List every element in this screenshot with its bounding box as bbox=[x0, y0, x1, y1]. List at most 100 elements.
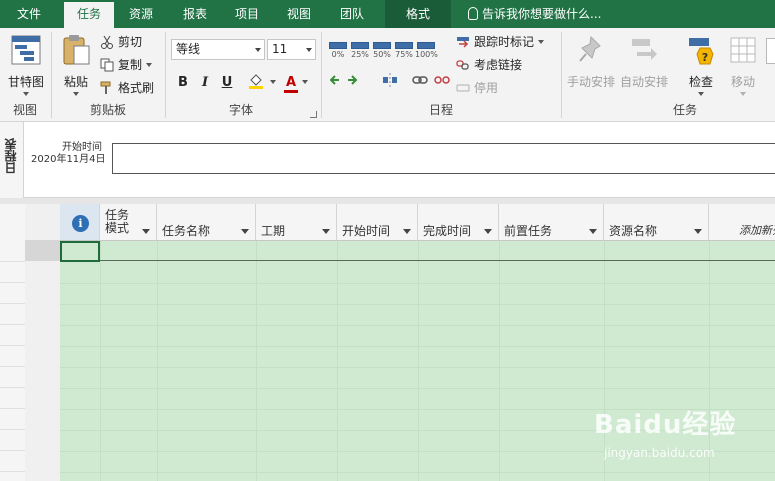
inactivate-button[interactable]: 停用 bbox=[456, 78, 498, 98]
font-family-value: 等线 bbox=[176, 42, 201, 56]
tab-report[interactable]: 报表 bbox=[170, 0, 220, 28]
column-header-task-name[interactable]: 任务名称 bbox=[157, 204, 256, 241]
row-selector-column[interactable] bbox=[25, 204, 60, 481]
row-header-strip bbox=[0, 204, 25, 481]
column-header-predecessors[interactable]: 前置任务 bbox=[499, 204, 604, 241]
chevron-down-icon bbox=[698, 92, 704, 96]
bold-button[interactable]: B bbox=[174, 74, 192, 92]
split-task-icon[interactable] bbox=[382, 72, 398, 88]
move-label: 移动 bbox=[730, 75, 755, 89]
underline-button[interactable]: U bbox=[218, 74, 236, 92]
percent-bar-icon bbox=[329, 42, 347, 49]
timeline-side-label: 日程表 bbox=[0, 122, 24, 198]
chevron-down-icon bbox=[255, 48, 261, 52]
respect-links-icon bbox=[456, 58, 470, 72]
auto-schedule-button[interactable]: 自动安排 bbox=[618, 34, 670, 90]
chevron-down-icon[interactable] bbox=[322, 229, 330, 234]
inactivate-label: 停用 bbox=[474, 81, 499, 95]
unlink-icon[interactable] bbox=[434, 72, 450, 88]
font-family-combo[interactable]: 等线 bbox=[171, 39, 265, 60]
cut-button[interactable]: 剪切 bbox=[100, 32, 142, 52]
mark-on-track-label: 跟踪时标记 bbox=[474, 35, 535, 49]
inspect-button[interactable]: ? 检查 bbox=[680, 34, 722, 96]
chevron-down-icon[interactable] bbox=[241, 229, 249, 234]
paste-icon bbox=[63, 35, 90, 65]
chevron-down-icon bbox=[23, 92, 29, 96]
percent-bar-icon bbox=[395, 42, 413, 49]
percent-bar-icon bbox=[373, 42, 391, 49]
timeline-start-date: 2020年11月4日 bbox=[31, 154, 106, 165]
paste-label: 粘贴 bbox=[63, 75, 88, 89]
gantt-chart-button[interactable]: 甘特图 bbox=[4, 34, 48, 96]
row-selector-active[interactable] bbox=[25, 240, 60, 261]
indicators-column-header[interactable]: i bbox=[60, 204, 100, 241]
tab-resource[interactable]: 资源 bbox=[116, 0, 166, 28]
font-size-combo[interactable]: 11 bbox=[267, 39, 316, 60]
percent-bar-icon bbox=[351, 42, 369, 49]
task-grid-body[interactable] bbox=[60, 241, 775, 481]
svg-text:?: ? bbox=[702, 51, 708, 64]
auto-schedule-icon bbox=[632, 39, 657, 60]
tab-project[interactable]: 项目 bbox=[222, 0, 272, 28]
chevron-down-icon[interactable] bbox=[142, 229, 150, 234]
timeline-pane[interactable]: 日程表 开始时间 2020年11月4日 bbox=[0, 122, 775, 198]
percent-bar-icon bbox=[417, 42, 435, 49]
chevron-down-icon bbox=[270, 80, 276, 84]
inspect-icon: ? bbox=[689, 38, 714, 65]
tab-view[interactable]: 视图 bbox=[274, 0, 324, 28]
font-dialog-launcher-icon[interactable] bbox=[310, 111, 317, 118]
format-painter-button[interactable]: 格式刷 bbox=[100, 78, 154, 98]
chevron-down-icon[interactable] bbox=[403, 229, 411, 234]
move-button[interactable]: 移动 bbox=[724, 34, 762, 96]
group-label-schedule: 日程 bbox=[428, 103, 453, 117]
tab-format[interactable]: 格式 bbox=[385, 0, 451, 28]
tell-me-box[interactable]: 告诉我你想要做什么... bbox=[468, 0, 601, 28]
watermark-url: jingyan.baidu.com bbox=[604, 446, 715, 460]
chevron-down-icon bbox=[302, 80, 308, 84]
tab-team[interactable]: 团队 bbox=[327, 0, 377, 28]
respect-links-button[interactable]: 考虑链接 bbox=[456, 55, 522, 75]
percent-complete-25-button[interactable]: 25% bbox=[349, 42, 371, 59]
ribbon-tab-bar: 文件 任务 资源 报表 项目 视图 团队 格式 告诉我你想要做什么... bbox=[0, 0, 775, 28]
percent-complete-100-button[interactable]: 100% bbox=[415, 42, 438, 59]
mark-on-track-button[interactable]: 跟踪时标记 bbox=[456, 32, 545, 52]
font-color-button[interactable]: A bbox=[284, 72, 308, 93]
track-icon bbox=[456, 35, 470, 49]
percent-complete-50-button[interactable]: 50% bbox=[371, 42, 393, 59]
chevron-down-icon[interactable] bbox=[484, 229, 492, 234]
font-size-value: 11 bbox=[272, 42, 288, 56]
copy-button[interactable]: 复制 bbox=[100, 55, 153, 75]
percent-complete-75-button[interactable]: 75% bbox=[393, 42, 415, 59]
link-icon[interactable] bbox=[412, 72, 428, 88]
scissors-icon bbox=[100, 35, 114, 49]
fill-color-button[interactable] bbox=[248, 72, 276, 92]
gantt-chart-label: 甘特图 bbox=[7, 75, 44, 89]
add-new-column-header[interactable]: 添加新列 bbox=[709, 204, 775, 241]
chevron-down-icon[interactable] bbox=[589, 229, 597, 234]
timeline-bar[interactable] bbox=[112, 143, 775, 174]
column-header-duration[interactable]: 工期 bbox=[256, 204, 337, 241]
copy-label: 复制 bbox=[118, 58, 143, 72]
paste-button[interactable]: 粘贴 bbox=[56, 34, 96, 96]
column-header-finish[interactable]: 完成时间 bbox=[418, 204, 499, 241]
column-header-task-mode[interactable]: 任务 模式 bbox=[100, 204, 157, 241]
tab-file[interactable]: 文件 bbox=[0, 0, 58, 28]
manually-schedule-label: 手动安排 bbox=[566, 75, 615, 89]
chevron-down-icon[interactable] bbox=[694, 229, 702, 234]
italic-button[interactable]: I bbox=[196, 74, 214, 92]
tab-task[interactable]: 任务 bbox=[64, 2, 114, 28]
selected-cell[interactable] bbox=[60, 241, 100, 262]
paint-bucket-icon bbox=[248, 73, 263, 89]
manually-schedule-button[interactable]: 手动安排 bbox=[565, 34, 617, 90]
percent-complete-0-button[interactable]: 0% bbox=[327, 42, 349, 59]
column-header-start[interactable]: 开始时间 bbox=[337, 204, 418, 241]
ribbon: 甘特图 视图 粘贴 剪切 复制 格式刷 剪贴板 等线 11 B I U A 字体… bbox=[0, 28, 775, 122]
lightbulb-icon bbox=[468, 7, 478, 20]
mode-icon-partial[interactable] bbox=[766, 38, 775, 64]
respect-links-label: 考虑链接 bbox=[474, 58, 523, 72]
watermark-logo: Baidu经验 bbox=[594, 410, 737, 440]
column-header-resource-names[interactable]: 资源名称 bbox=[604, 204, 709, 241]
inactivate-icon bbox=[456, 81, 470, 95]
outdent-indent-icons[interactable] bbox=[330, 72, 362, 88]
group-label-font: 字体 bbox=[228, 103, 253, 117]
